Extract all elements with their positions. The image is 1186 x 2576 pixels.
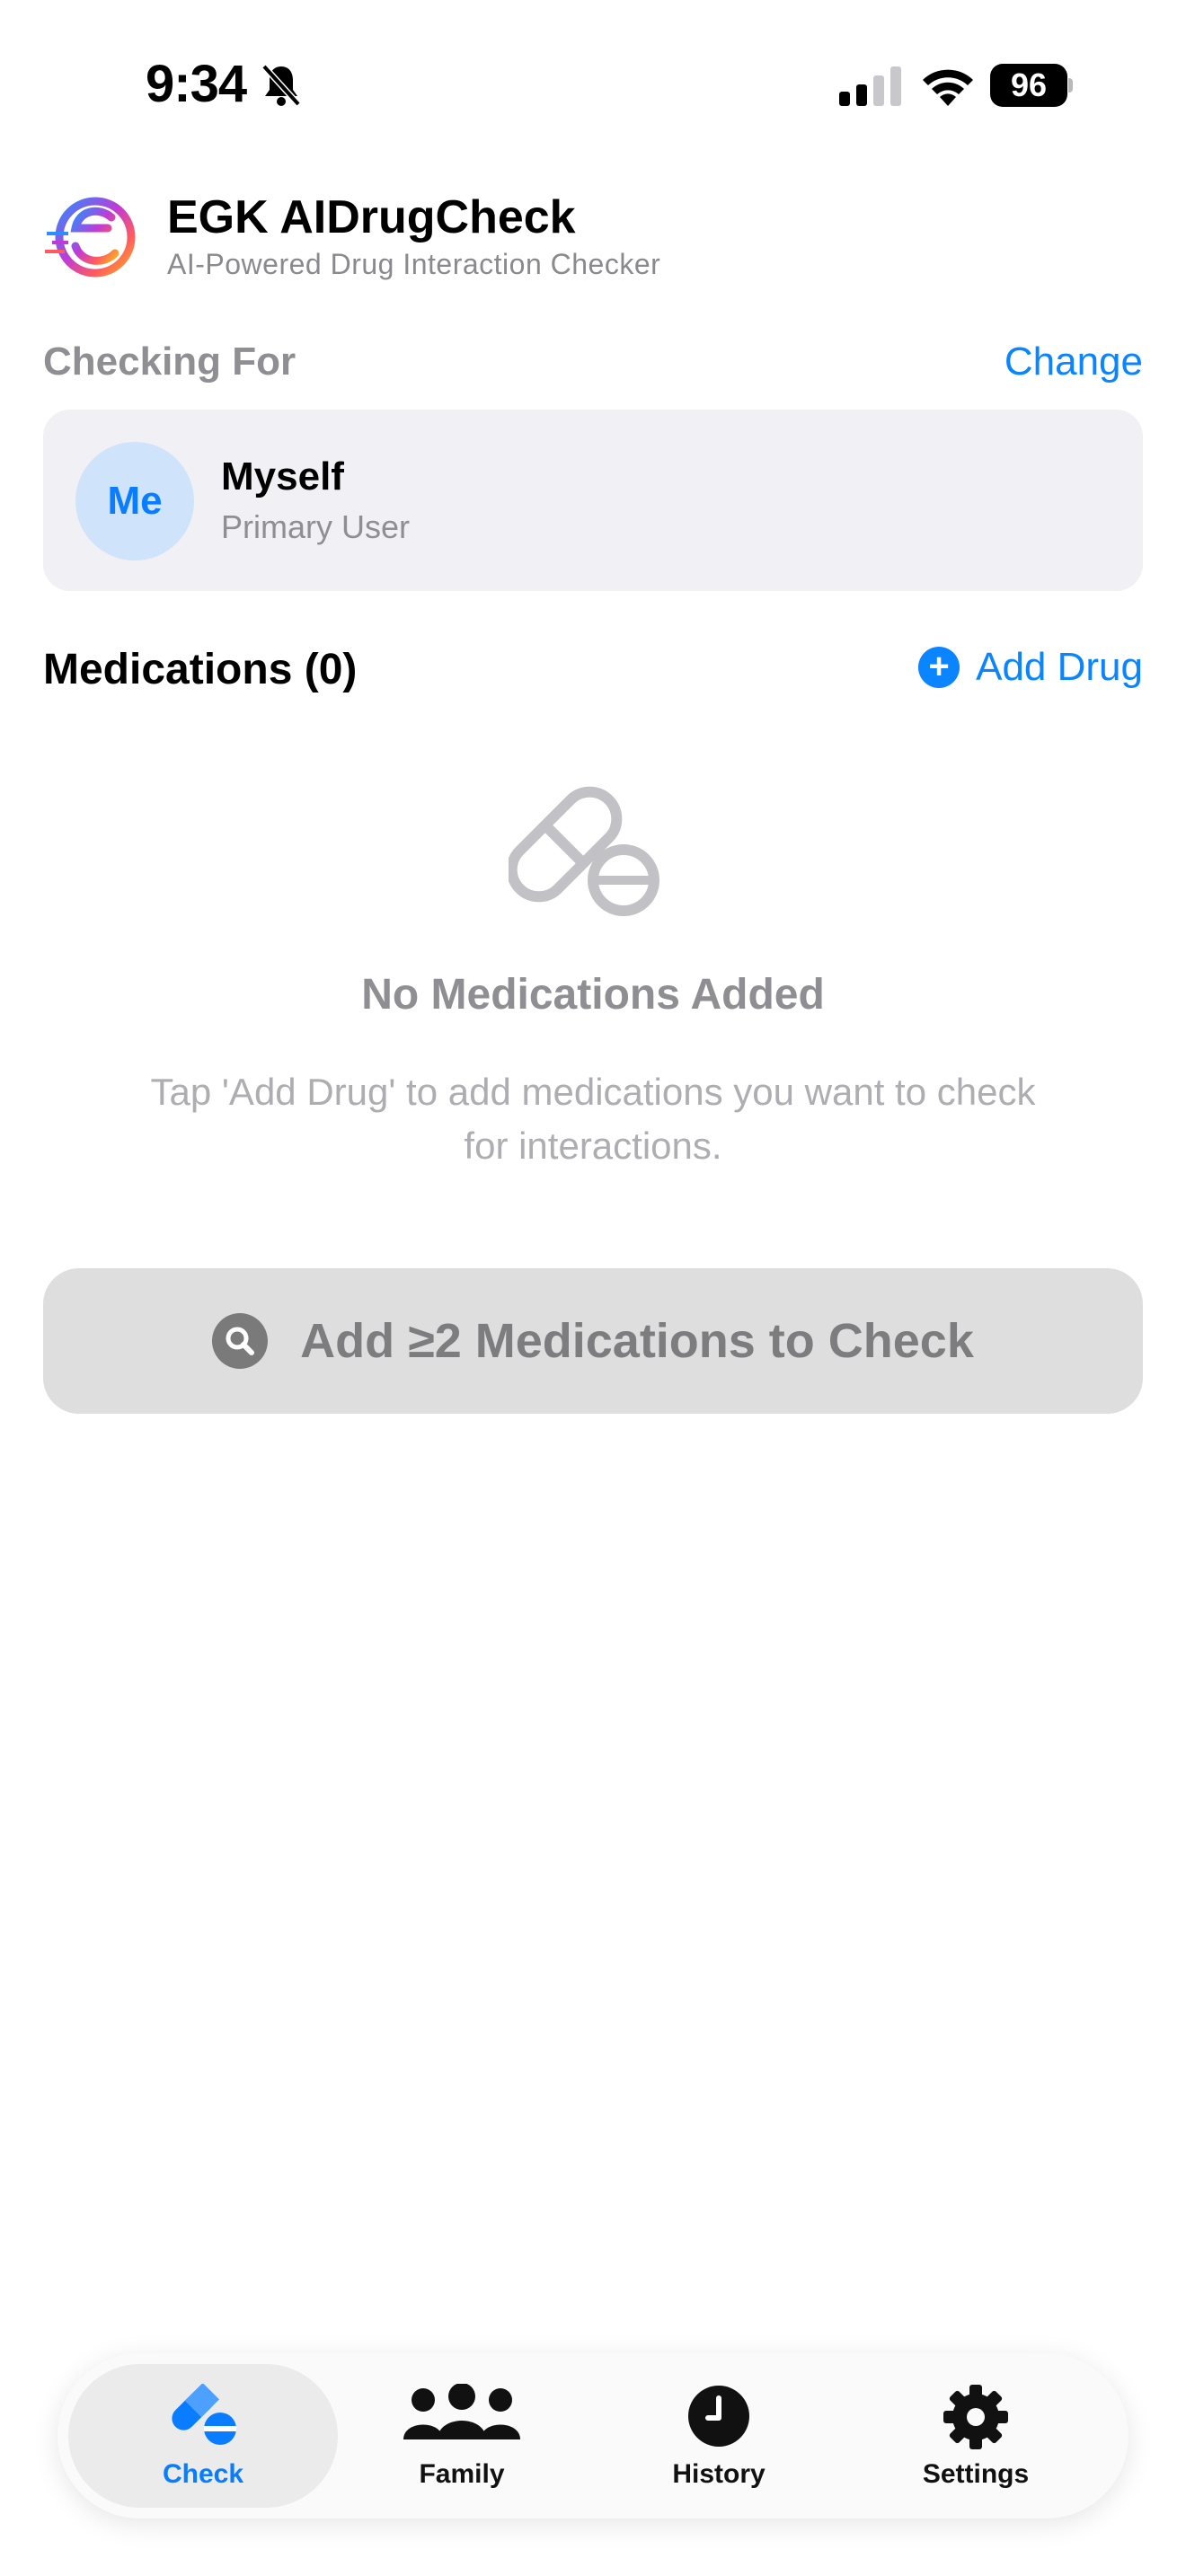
tab-family[interactable]: Family [327, 2364, 597, 2508]
tab-label: Check [162, 2459, 244, 2489]
tab-history[interactable]: History [584, 2364, 854, 2508]
app-title: EGK AIDrugCheck [167, 191, 576, 243]
avatar: Me [75, 442, 194, 560]
pills-icon [509, 786, 659, 916]
profile-card[interactable] [43, 410, 1143, 591]
tab-settings[interactable]: Settings [841, 2364, 1111, 2508]
tab-label: Settings [922, 2459, 1030, 2489]
empty-state-title: No Medications Added [361, 971, 825, 1019]
profile-role: Primary User [221, 508, 411, 545]
tab-check[interactable]: Check [68, 2364, 338, 2508]
cellular-signal-icon [839, 66, 901, 106]
battery-level: 96 [990, 64, 1067, 107]
app-logo [45, 197, 136, 278]
pills-icon [172, 2384, 236, 2445]
search-icon [212, 1313, 269, 1369]
medications-title: Medications (0) [43, 646, 358, 693]
add-drug-label: Add Drug [976, 645, 1143, 689]
status-time: 9:34 [146, 55, 247, 113]
check-interactions-button[interactable]: Add ≥2 Medications to Check [43, 1268, 1143, 1414]
clock-icon [688, 2386, 749, 2447]
gear-icon [943, 2385, 1008, 2449]
add-drug-button[interactable]: + Add Drug [918, 645, 1143, 690]
wifi-icon [923, 69, 973, 106]
app-subtitle: AI-Powered Drug Interaction Checker [167, 248, 661, 280]
empty-state-description: Tap 'Add Drug' to add medications you wa… [150, 1071, 1036, 1167]
change-profile-link[interactable]: Change [1005, 340, 1143, 384]
plus-circle-icon: + [918, 647, 960, 688]
tab-label: History [672, 2459, 766, 2489]
check-button-label: Add ≥2 Medications to Check [300, 1314, 974, 1368]
battery-indicator: 96 [990, 64, 1073, 109]
checking-for-label: Checking For [43, 340, 296, 384]
tab-label: Family [419, 2459, 505, 2489]
people-icon [403, 2384, 520, 2439]
profile-name: Myself [221, 454, 344, 498]
silent-bell-icon [261, 64, 301, 107]
